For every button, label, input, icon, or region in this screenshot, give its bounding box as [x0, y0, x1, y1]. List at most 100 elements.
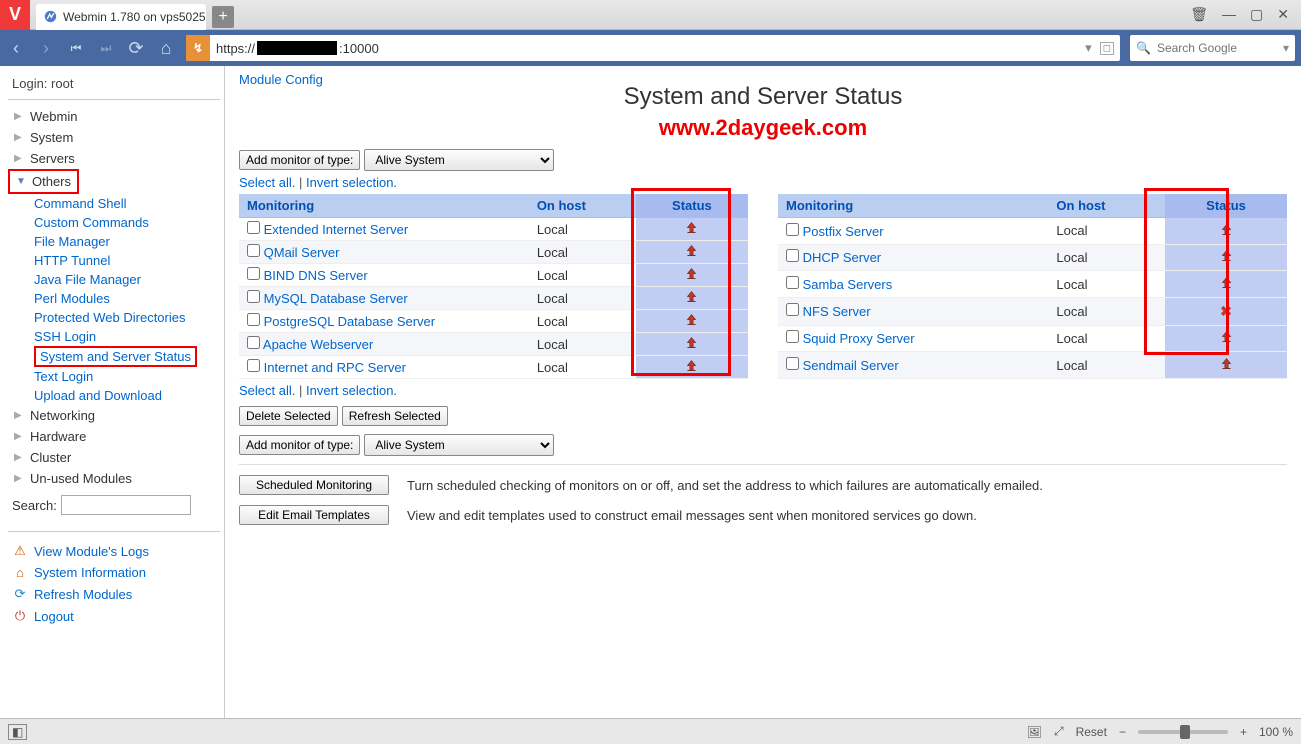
row-checkbox[interactable]: [247, 290, 260, 303]
select-all-link-bottom[interactable]: Select all.: [239, 383, 295, 398]
add-monitor-button-top[interactable]: Add monitor of type:: [239, 150, 360, 170]
edit-email-templates-button[interactable]: Edit Email Templates: [239, 505, 389, 525]
th-monitoring[interactable]: Monitoring: [778, 194, 1048, 218]
tree-cluster[interactable]: ▶Cluster: [8, 447, 220, 468]
ffwd-button[interactable]: ⏭: [96, 41, 116, 56]
th-status[interactable]: Status: [1165, 194, 1287, 218]
tree-others[interactable]: ▼Others: [8, 169, 79, 194]
monitor-link[interactable]: PostgreSQL Database Server: [264, 314, 436, 329]
monitor-link[interactable]: DHCP Server: [803, 250, 882, 265]
th-status[interactable]: Status: [636, 194, 748, 218]
refresh-selected-button[interactable]: Refresh Selected: [342, 406, 448, 426]
th-on-host[interactable]: On host: [1048, 194, 1165, 218]
tree-system[interactable]: ▶System: [8, 127, 220, 148]
monitor-link[interactable]: Internet and RPC Server: [264, 360, 406, 375]
row-checkbox[interactable]: [247, 359, 260, 372]
row-checkbox[interactable]: [786, 303, 799, 316]
tree-webmin[interactable]: ▶Webmin: [8, 106, 220, 127]
row-checkbox[interactable]: [247, 221, 260, 234]
table-row: Samba ServersLocal: [778, 271, 1287, 298]
tree-hardware[interactable]: ▶Hardware: [8, 426, 220, 447]
sidebar-item-ssh-login[interactable]: SSH Login: [34, 327, 220, 346]
edit-email-templates-desc: View and edit templates used to construc…: [407, 508, 977, 523]
monitor-link[interactable]: QMail Server: [264, 245, 340, 260]
maximize-button[interactable]: ▢: [1250, 6, 1263, 23]
tree-networking[interactable]: ▶Networking: [8, 405, 220, 426]
row-checkbox[interactable]: [247, 244, 260, 257]
link-refresh-modules[interactable]: ⟳Refresh Modules: [8, 583, 220, 605]
monitor-link[interactable]: Sendmail Server: [803, 358, 899, 373]
row-checkbox[interactable]: [247, 336, 260, 349]
monitor-link[interactable]: Extended Internet Server: [264, 222, 409, 237]
minimize-button[interactable]: —: [1222, 6, 1236, 23]
chevron-down-icon[interactable]: ▾: [1283, 41, 1289, 55]
home-button[interactable]: ⌂: [156, 38, 176, 59]
sidebar-item-protected-web-dirs[interactable]: Protected Web Directories: [34, 308, 220, 327]
panel-toggle-icon[interactable]: ◧: [8, 724, 27, 740]
trash-icon[interactable]: 🗑: [1190, 6, 1208, 23]
tree-unused-modules[interactable]: ▶Un-used Modules: [8, 468, 220, 489]
monitor-link[interactable]: Squid Proxy Server: [803, 331, 915, 346]
forward-button[interactable]: ›: [36, 38, 56, 59]
row-checkbox[interactable]: [786, 223, 799, 236]
link-logout[interactable]: ⏻Logout: [8, 605, 220, 627]
module-config-link[interactable]: Module Config: [239, 72, 323, 87]
search-box[interactable]: 🔍 ▾: [1130, 35, 1295, 61]
sidebar-item-http-tunnel[interactable]: HTTP Tunnel: [34, 251, 220, 270]
monitor-link[interactable]: Samba Servers: [803, 277, 893, 292]
link-system-information[interactable]: ⌂System Information: [8, 562, 220, 583]
rewind-button[interactable]: ⏮: [66, 41, 86, 56]
tree-servers[interactable]: ▶Servers: [8, 148, 220, 169]
back-button[interactable]: ‹: [6, 38, 26, 59]
row-checkbox[interactable]: [786, 330, 799, 343]
row-checkbox[interactable]: [786, 357, 799, 370]
image-icon[interactable]: 🖼: [1027, 725, 1042, 739]
sidebar-item-perl-modules[interactable]: Perl Modules: [34, 289, 220, 308]
sidebar-item-upload-download[interactable]: Upload and Download: [34, 386, 220, 405]
status-cell: [636, 333, 748, 356]
sidebar-item-custom-commands[interactable]: Custom Commands: [34, 213, 220, 232]
sidebar-item-system-server-status[interactable]: System and Server Status: [34, 346, 197, 367]
address-bar[interactable]: ↯ https:// :10000 ▾ ◻: [186, 35, 1120, 61]
invert-selection-link-bottom[interactable]: Invert selection.: [306, 383, 397, 398]
close-button[interactable]: ✕: [1277, 6, 1289, 23]
expand-icon[interactable]: ⤢: [1054, 724, 1064, 739]
url-scheme: https://: [216, 41, 255, 56]
sidebar-item-file-manager[interactable]: File Manager: [34, 232, 220, 251]
status-up-icon: [1220, 223, 1233, 239]
sidebar-item-text-login[interactable]: Text Login: [34, 367, 220, 386]
th-monitoring[interactable]: Monitoring: [239, 194, 529, 218]
zoom-in-button[interactable]: +: [1240, 725, 1247, 739]
monitor-link[interactable]: BIND DNS Server: [264, 268, 368, 283]
sidebar-search-input[interactable]: [61, 495, 191, 515]
sidebar-item-java-file-manager[interactable]: Java File Manager: [34, 270, 220, 289]
monitor-link[interactable]: MySQL Database Server: [264, 291, 408, 306]
monitor-type-select-top[interactable]: Alive System: [364, 149, 554, 171]
link-view-module-logs[interactable]: ⚠View Module's Logs: [8, 540, 220, 562]
row-checkbox[interactable]: [786, 276, 799, 289]
reload-button[interactable]: ⟳: [126, 38, 146, 59]
monitor-type-select-bottom[interactable]: Alive System: [364, 434, 554, 456]
monitor-link[interactable]: NFS Server: [803, 304, 871, 319]
delete-selected-button[interactable]: Delete Selected: [239, 406, 338, 426]
select-all-link-top[interactable]: Select all.: [239, 175, 295, 190]
zoom-reset[interactable]: Reset: [1076, 725, 1107, 739]
monitor-link[interactable]: Apache Webserver: [263, 337, 373, 352]
row-checkbox[interactable]: [247, 267, 260, 280]
window-titlebar: V Webmin 1.780 on vps5025 + 🗑 — ▢ ✕: [0, 0, 1301, 30]
row-checkbox[interactable]: [786, 249, 799, 262]
invert-selection-link-top[interactable]: Invert selection.: [306, 175, 397, 190]
row-checkbox[interactable]: [247, 313, 260, 326]
zoom-out-button[interactable]: −: [1119, 725, 1126, 739]
browser-tab[interactable]: Webmin 1.780 on vps5025: [36, 4, 206, 30]
scheduled-monitoring-button[interactable]: Scheduled Monitoring: [239, 475, 389, 495]
sidebar-item-command-shell[interactable]: Command Shell: [34, 194, 220, 213]
th-on-host[interactable]: On host: [529, 194, 636, 218]
dropdown-icon[interactable]: ▾: [1085, 40, 1092, 56]
search-input[interactable]: [1157, 41, 1277, 55]
bookmark-icon[interactable]: ◻: [1100, 42, 1114, 55]
add-monitor-button-bottom[interactable]: Add monitor of type:: [239, 435, 360, 455]
zoom-slider[interactable]: [1138, 730, 1228, 734]
new-tab-button[interactable]: +: [212, 6, 234, 28]
monitor-link[interactable]: Postfix Server: [803, 224, 884, 239]
